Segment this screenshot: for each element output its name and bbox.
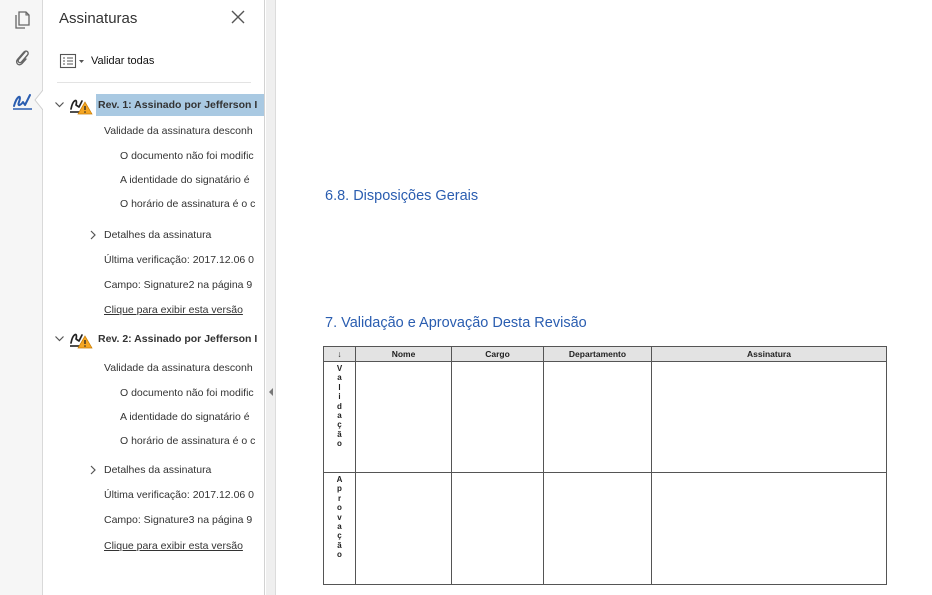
letter: V	[336, 364, 343, 373]
letter: o	[337, 550, 342, 560]
letter: o	[337, 439, 342, 449]
table-cell	[355, 472, 452, 585]
letter: a	[337, 522, 342, 532]
close-icon	[229, 8, 247, 26]
letter: ç	[337, 420, 342, 430]
signature-details-label: Detalhes da assinatura	[104, 229, 212, 241]
signature-validity-row[interactable]: Validade da assinatura desconh	[43, 120, 264, 142]
chevron-down-icon[interactable]	[54, 333, 65, 344]
column-header: ↓	[323, 346, 356, 362]
chevron-right-icon[interactable]	[88, 465, 98, 475]
validation-table: ↓ Nome Cargo Departamento Assinatura V a…	[323, 346, 887, 585]
detail-row: O horário de assinatura é o c	[43, 430, 264, 452]
view-version-link[interactable]: Clique para exibir esta versão	[104, 304, 243, 316]
signature-warning-icon	[68, 328, 94, 350]
signature-validity-row[interactable]: Validade da assinatura desconh	[43, 357, 264, 379]
letter: A	[336, 475, 343, 484]
letter: i	[338, 392, 341, 402]
signature-details-row[interactable]: Detalhes da assinatura	[43, 224, 264, 246]
row-label-vertical: A p r o v a ç ã o	[323, 472, 356, 585]
table-header-row: ↓ Nome Cargo Departamento Assinatura	[323, 346, 887, 362]
detail-row: A identidade do signatário é	[43, 169, 264, 191]
divider	[57, 82, 251, 83]
section-heading: 6.8. Disposições Gerais	[325, 188, 479, 204]
detail-row: O documento não foi modific	[43, 145, 264, 167]
last-check-row: Última verificação: 2017.12.06 0	[43, 484, 264, 506]
field-text: Campo: Signature2 na página 9	[104, 279, 253, 291]
detail-text: O documento não foi modific	[120, 150, 254, 162]
table-cell	[543, 472, 652, 585]
validity-text: Validade da assinatura desconh	[104, 362, 253, 374]
view-version-row[interactable]: Clique para exibir esta versão	[43, 535, 264, 557]
validate-all-button[interactable]: Validar todas	[59, 52, 154, 70]
last-check-text: Última verificação: 2017.12.06 0	[104, 254, 254, 266]
revision-label[interactable]: Rev. 1: Assinado por Jefferson I	[96, 94, 264, 116]
table-cell	[651, 361, 887, 473]
active-tab-notch	[33, 89, 44, 111]
signature-details-label: Detalhes da assinatura	[104, 464, 212, 476]
detail-text: O documento não foi modific	[120, 387, 254, 399]
pages-icon	[13, 9, 31, 29]
options-menu-icon	[59, 52, 87, 70]
table-row: V a l i d a ç ã o	[323, 361, 887, 473]
view-version-row[interactable]: Clique para exibir esta versão	[43, 299, 264, 321]
close-panel-button[interactable]	[229, 8, 247, 26]
detail-row: O documento não foi modific	[43, 382, 264, 404]
section-heading: 7. Validação e Aprovação Desta Revisão	[325, 315, 587, 331]
revision-row-1[interactable]: Rev. 1: Assinado por Jefferson I	[43, 93, 264, 117]
detail-row: O horário de assinatura é o c	[43, 193, 264, 215]
signature-icon	[10, 91, 34, 111]
row-label-vertical: V a l i d a ç ã o	[323, 361, 356, 473]
panel-title: Assinaturas	[59, 10, 138, 27]
revision-row-2[interactable]: Rev. 2: Assinado por Jefferson I	[43, 327, 264, 351]
detail-text: A identidade do signatário é	[120, 174, 250, 186]
field-row: Campo: Signature2 na página 9	[43, 274, 264, 296]
letter: a	[337, 411, 342, 421]
triangle-left-icon	[266, 388, 276, 403]
chevron-right-icon[interactable]	[88, 230, 98, 240]
table-cell	[543, 361, 652, 473]
letter: a	[337, 373, 342, 383]
detail-row: A identidade do signatário é	[43, 406, 264, 428]
signature-warning-icon	[68, 94, 94, 116]
letter: o	[337, 503, 342, 513]
document-gutter	[266, 0, 276, 595]
letter: v	[337, 512, 342, 522]
tool-rail	[0, 0, 44, 595]
view-version-link[interactable]: Clique para exibir esta versão	[104, 540, 243, 552]
revision-label[interactable]: Rev. 2: Assinado por Jefferson I	[96, 328, 264, 350]
column-header: Departamento	[543, 346, 652, 362]
table-cell	[451, 472, 544, 585]
letter: d	[337, 401, 342, 411]
table-row: A p r o v a ç ã o	[323, 472, 887, 585]
column-header: Assinatura	[651, 346, 887, 362]
detail-text: O horário de assinatura é o c	[120, 198, 256, 210]
column-header: Nome	[355, 346, 452, 362]
letter: ã	[337, 429, 342, 439]
validity-text: Validade da assinatura desconh	[104, 125, 253, 137]
table-cell	[355, 361, 452, 473]
field-text: Campo: Signature3 na página 9	[104, 514, 253, 526]
detail-text: A identidade do signatário é	[120, 411, 250, 423]
last-check-text: Última verificação: 2017.12.06 0	[104, 489, 254, 501]
signatures-panel: Assinaturas Validar todas Rev. 1: Assina…	[43, 0, 265, 595]
letter: ã	[337, 540, 342, 550]
attachment-icon	[13, 47, 31, 67]
column-header: Cargo	[451, 346, 544, 362]
letter: r	[337, 493, 342, 503]
table-cell	[651, 472, 887, 585]
field-row: Campo: Signature3 na página 9	[43, 509, 264, 531]
letter: ç	[337, 531, 342, 541]
signature-details-row[interactable]: Detalhes da assinatura	[43, 459, 264, 481]
letter: l	[338, 382, 341, 392]
pages-button[interactable]	[0, 2, 43, 36]
chevron-down-icon[interactable]	[54, 99, 65, 110]
letter: p	[337, 484, 342, 494]
detail-text: O horário de assinatura é o c	[120, 435, 256, 447]
last-check-row: Última verificação: 2017.12.06 0	[43, 249, 264, 271]
validate-all-label: Validar todas	[91, 55, 155, 67]
attachments-button[interactable]	[0, 40, 43, 74]
table-cell	[451, 361, 544, 473]
collapse-panel-button[interactable]	[266, 384, 276, 400]
